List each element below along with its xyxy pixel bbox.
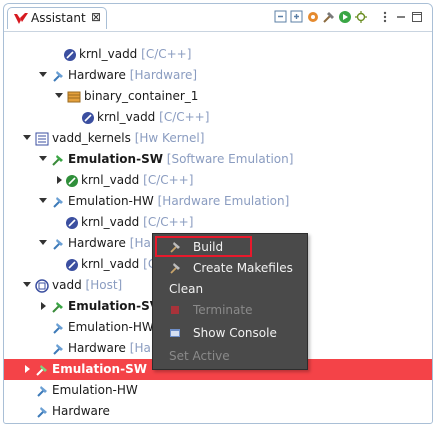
hammer-icon	[37, 386, 47, 397]
tree-item-hardware[interactable]: Hardware	[4, 401, 432, 422]
hammer-icon	[53, 71, 63, 82]
tree-item-tag: [Hw Kernel]	[134, 131, 205, 145]
expand-all-icon[interactable]	[290, 10, 304, 24]
tab-assistant[interactable]: Assistant ⊠	[7, 7, 107, 29]
tree-item-krnl-vadd[interactable]: krnl_vadd [C/C++]	[4, 44, 432, 65]
debug-icon[interactable]	[354, 10, 368, 24]
tree-item-label: Hardware	[52, 404, 110, 418]
tree-item-label: Emulation-HW	[68, 320, 154, 334]
tree-item-label: krnl_vadd	[81, 173, 140, 187]
stop-icon	[171, 306, 179, 314]
minimize-icon[interactable]	[394, 10, 408, 24]
menu-item-label: Show Console	[193, 326, 277, 340]
menu-item-label: Clean	[169, 282, 204, 296]
hammer-icon	[37, 407, 47, 418]
tree-item-krnl-vadd[interactable]: krnl_vadd [C/C++]	[4, 107, 432, 128]
expand-toggle-icon[interactable]	[39, 156, 47, 161]
tree-item-label: Emulation-SV	[68, 299, 160, 313]
tab-label: Assistant	[31, 11, 86, 25]
view-toolbar	[274, 10, 424, 26]
tree-item-label: vadd_kernels	[52, 131, 131, 145]
tree-item-label: binary_container_1	[84, 89, 199, 103]
active-build-icon	[36, 365, 47, 376]
hammer-icon	[53, 323, 63, 334]
menu-item-terminate: Terminate	[153, 299, 307, 321]
tree-item-emulation-hw[interactable]: Emulation-HW	[4, 380, 432, 401]
tree-item-label: vadd	[52, 278, 82, 292]
menu-item-label: Set Active	[169, 349, 230, 363]
tree-item-krnl-vadd[interactable]: krnl_vadd [C/C++]	[4, 212, 432, 233]
tree-item-label: krnl_vadd	[81, 257, 140, 271]
tree-item-label: krnl_vadd	[97, 110, 156, 124]
tree-item-hardware[interactable]: Hardware [Hardware]	[4, 65, 432, 86]
expand-toggle-icon[interactable]	[39, 72, 47, 77]
tree-item-label: Emulation-HW	[52, 383, 138, 397]
hammer-icon	[53, 344, 63, 355]
expand-toggle-icon[interactable]	[41, 302, 46, 310]
expand-toggle-icon[interactable]	[57, 176, 62, 184]
tree-item-binary-container[interactable]: binary_container_1	[4, 86, 432, 107]
tree-item-emulation-sw[interactable]: Emulation-SW [Software Emulation]	[4, 149, 432, 170]
c-source-icon	[66, 217, 78, 229]
menu-item-label: Create Makefiles	[193, 261, 293, 275]
c-source-built-icon	[66, 175, 78, 187]
close-icon[interactable]: ⊠	[91, 10, 101, 24]
active-build-icon	[52, 302, 63, 313]
c-source-icon	[82, 112, 94, 124]
tree-item-label: Emulation-HW	[68, 194, 154, 208]
maximize-icon[interactable]	[410, 10, 424, 24]
tree-item-label: Emulation-SW	[52, 362, 147, 376]
expand-toggle-icon[interactable]	[23, 135, 31, 140]
xilinx-logo-icon	[14, 13, 28, 24]
tree-item-label: krnl_vadd	[81, 215, 140, 229]
tree-item-tag: [Hardware]	[129, 68, 198, 82]
hammer-icon	[53, 197, 63, 208]
view-menu-icon[interactable]	[378, 10, 392, 24]
tree-item-label: Hardware	[68, 341, 126, 355]
menu-item-set-active: Set Active	[153, 345, 307, 367]
tree-item-krnl-vadd[interactable]: krnl_vadd [C/C++]	[4, 170, 432, 191]
hammer-icon	[170, 263, 180, 274]
tree-item-tag: [C/C++]	[143, 173, 194, 187]
tree-item-label: Hardware	[68, 68, 126, 82]
kernel-project-icon	[35, 132, 49, 146]
build-highlight-box	[155, 236, 252, 257]
tree-item-label: Hardware	[68, 236, 126, 250]
tree-item-tag: [C/C++]	[159, 110, 210, 124]
expand-toggle-icon[interactable]	[55, 93, 63, 98]
view-tab-bar: Assistant ⊠	[4, 4, 432, 32]
expand-toggle-icon[interactable]	[25, 365, 30, 373]
tree-item-vadd-kernels[interactable]: vadd_kernels [Hw Kernel]	[4, 128, 432, 149]
expand-toggle-icon[interactable]	[39, 198, 47, 203]
menu-item-label: Terminate	[193, 303, 253, 317]
expand-toggle-icon[interactable]	[23, 282, 31, 287]
console-icon	[170, 329, 180, 337]
hammer-icon	[53, 239, 63, 250]
c-source-icon	[64, 49, 76, 61]
tree-item-tag: [C/C++]	[143, 215, 194, 229]
tree-item-label: Emulation-SW	[68, 152, 163, 166]
run-icon[interactable]	[338, 10, 352, 24]
tree-item-tag: [Hardware Emulation]	[157, 194, 290, 208]
c-source-icon	[66, 259, 78, 271]
menu-item-create-makefiles[interactable]: Create Makefiles	[153, 257, 307, 279]
menu-item-show-console[interactable]: Show Console	[153, 322, 307, 344]
tree-item-tag: [C/C++]	[141, 47, 192, 61]
tree-item-tag: [Software Emulation]	[166, 152, 294, 166]
host-project-icon	[35, 279, 49, 293]
settings-icon[interactable]	[306, 10, 320, 24]
tree-item-emulation-hw[interactable]: Emulation-HW [Hardware Emulation]	[4, 191, 432, 212]
collapse-all-icon[interactable]	[274, 10, 288, 24]
menu-item-clean[interactable]: Clean	[153, 278, 307, 300]
container-icon	[67, 91, 81, 103]
tree-item-tag: [Host]	[85, 278, 123, 292]
tree-item-label: krnl_vadd	[79, 47, 138, 61]
active-build-icon	[52, 155, 63, 166]
build-icon[interactable]	[322, 10, 336, 24]
expand-toggle-icon[interactable]	[39, 240, 47, 245]
